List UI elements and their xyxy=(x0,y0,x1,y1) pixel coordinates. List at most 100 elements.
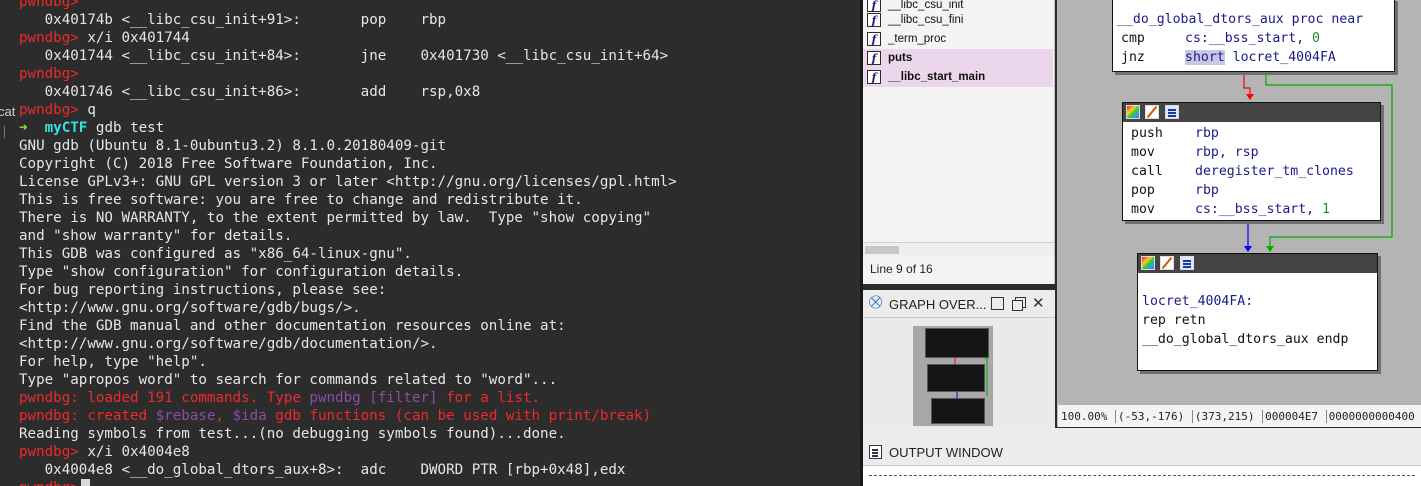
graph-status-bar: 100.00% (-53,-176) (373,215) 000004E7 00… xyxy=(1057,405,1421,427)
command-text: x/i 0x401744 xyxy=(78,30,190,46)
message-text: gdb functions (can be used with print/br… xyxy=(266,408,652,424)
pwndbg-prompt: pwndbg> xyxy=(19,66,79,82)
pwndbg-prompt: pwndbg> xyxy=(19,102,79,118)
disassembly-line: 0x4004e8 <__do_global_dtors_aux+8>: adc … xyxy=(19,462,626,478)
color-node-icon[interactable] xyxy=(1126,105,1140,119)
terminal-line: <http://www.gnu.org/software/gdb/bugs/>. xyxy=(19,299,860,317)
ida-graph-view[interactable]: __do_global_dtors_aux proc near cmp cs:__b… xyxy=(1057,0,1421,405)
terminal-line: This GDB was configured as "x86_64-linux… xyxy=(19,245,860,263)
graph-node-exit[interactable]: locret_4004FA: rep retn __do_global_dtors_… xyxy=(1137,253,1378,371)
terminal-line: Reading symbols from test...(no debuggin… xyxy=(19,425,860,443)
function-list-item[interactable]: f __libc_csu_fini xyxy=(863,11,1053,30)
instruction[interactable]: call deregister_tm_clones xyxy=(1123,162,1380,181)
function-icon: f xyxy=(867,51,881,65)
mnemonic: push xyxy=(1131,126,1163,141)
function-list-item[interactable]: f puts xyxy=(863,49,1053,68)
gdb-output-text: For help, type "help". xyxy=(19,354,207,370)
node-body: push rbp mov rbp, rsp call deregister_tm_clon… xyxy=(1123,122,1380,219)
functions-window: f __libc_csu_init f __libc_csu_fini f _term_p… xyxy=(863,0,1055,242)
terminal-line: pwndbg> xyxy=(19,0,860,11)
graph-overview-icon: ⛒ xyxy=(869,295,883,310)
function-icon: f xyxy=(867,13,881,27)
operand-text: cs:__bss_start, xyxy=(1195,202,1323,217)
graph-overview-canvas[interactable] xyxy=(863,318,1055,428)
restore-window-button[interactable] xyxy=(1012,297,1026,311)
terminal-line: Find the GDB manual and other documentat… xyxy=(19,317,860,335)
shell-arrow-icon: ➜ xyxy=(19,120,28,136)
mnemonic: call xyxy=(1131,164,1163,179)
operands: short locret_4004FA xyxy=(1185,48,1336,67)
function-list-item[interactable]: f _term_proc xyxy=(863,30,1053,49)
terminal-line: pwndbg> xyxy=(19,479,860,486)
gdb-output-text: Find the GDB manual and other documentat… xyxy=(19,318,566,334)
functions-horizontal-scrollbar[interactable] xyxy=(863,242,1055,256)
terminal-line: pwndbg> x/i 0x401744 xyxy=(19,29,860,47)
disassembly-line: 0x40174b <__libc_csu_init+91>: pop rbp xyxy=(19,12,447,28)
instruction[interactable]: cmp cs:__bss_start, 0 xyxy=(1113,29,1394,48)
terminal-line: GNU gdb (Ubuntu 8.1-0ubuntu3.2) 8.1.0.20… xyxy=(19,137,860,155)
command-text: gdb test xyxy=(87,120,165,136)
message-text: for a list. xyxy=(437,390,541,406)
output-window-title: OUTPUT WINDOW xyxy=(889,445,1003,460)
disassembly-line: 0x401746 <__libc_csu_init+86>: add rsp,0… xyxy=(19,84,481,100)
instruction[interactable]: mov rbp, rsp xyxy=(1123,143,1380,162)
group-node-icon[interactable] xyxy=(1180,256,1194,270)
terminal-line: pwndbg: loaded 191 commands. Type pwndbg… xyxy=(19,389,860,407)
text-cursor-marker xyxy=(4,126,10,138)
terminal-line: For help, type "help". xyxy=(19,353,860,371)
terminal-line: Copyright (C) 2018 Free Software Foundat… xyxy=(19,155,860,173)
instruction[interactable]: mov cs:__bss_start, 1 xyxy=(1123,200,1380,219)
instruction[interactable]: pop rbp xyxy=(1123,181,1380,200)
node-body: locret_4004FA: rep retn __do_global_dtors_… xyxy=(1138,273,1377,349)
message-text: , xyxy=(215,408,233,424)
close-icon[interactable]: ✕ xyxy=(1032,296,1045,311)
gdb-output-text: This GDB was configured as "x86_64-linux… xyxy=(19,246,412,262)
code-label: locret_4004FA: xyxy=(1142,294,1254,309)
gdb-output-text: There is NO WARRANTY, to the extent perm… xyxy=(19,210,652,226)
gdb-output-text: Type "apropos word" to search for comman… xyxy=(19,372,558,388)
terminal-window[interactable]: pwndbg> 0x40174b <__libc_csu_init+91>: p… xyxy=(0,0,860,486)
terminal-line: There is NO WARRANTY, to the extent perm… xyxy=(19,209,860,227)
gdb-output-text: License GPLv3+: GNU GPL version 3 or lat… xyxy=(19,174,677,190)
operand-text: rbp xyxy=(1195,126,1219,141)
terminal-line: pwndbg: created $rebase, $ida gdb functi… xyxy=(19,407,860,425)
color-node-icon[interactable] xyxy=(1141,256,1155,270)
operands: rbp xyxy=(1195,181,1219,200)
gdb-output-text: <http://www.gnu.org/software/gdb/documen… xyxy=(19,336,438,352)
node-title-bar xyxy=(1123,103,1380,122)
graph-node-body[interactable]: push rbp mov rbp, rsp call deregister_tm_clon… xyxy=(1122,102,1381,221)
shell-directory: myCTF xyxy=(44,120,88,136)
disassembly-line: 0x401744 <__libc_csu_init+84>: jne 0x401… xyxy=(19,48,669,64)
function-name: __libc_start_main xyxy=(888,71,986,83)
pwndbg-prompt: pwndbg> xyxy=(19,480,79,486)
rename-node-icon[interactable] xyxy=(1145,105,1159,119)
operand-text: rbp, rsp xyxy=(1195,145,1259,160)
output-window-body[interactable] xyxy=(863,466,1421,486)
command-text: q xyxy=(78,102,96,118)
mouse-coordinates: (-53,-176) xyxy=(1114,410,1185,423)
gdb-output-text: <http://www.gnu.org/software/gdb/bugs/>. xyxy=(19,300,361,316)
gdb-output-text: GNU gdb (Ubuntu 8.1-0ubuntu3.2) 8.1.0.20… xyxy=(19,138,447,154)
function-icon: f xyxy=(867,70,881,84)
graph-node-entry[interactable]: __do_global_dtors_aux proc near cmp cs:__b… xyxy=(1112,0,1395,72)
operands: rbp, rsp xyxy=(1195,143,1259,162)
zoom-level: 100.00% xyxy=(1061,410,1108,423)
highlighted-term: $ida xyxy=(232,408,267,424)
group-node-icon[interactable] xyxy=(1165,105,1179,119)
gdb-output-text: Reading symbols from test...(no debuggin… xyxy=(19,426,566,442)
instruction[interactable]: push rbp xyxy=(1123,124,1380,143)
immediate-value: 0 xyxy=(1312,31,1320,46)
float-window-button[interactable] xyxy=(991,297,1004,310)
pwndbg-prompt: pwndbg> xyxy=(19,444,79,460)
terminal-line: and "show warranty" for details. xyxy=(19,227,860,245)
terminal-cursor[interactable] xyxy=(80,479,90,486)
graph-position: (373,215) xyxy=(1191,410,1255,423)
pwndbg-prompt: pwndbg> xyxy=(19,30,79,46)
instruction[interactable]: jnz short locret_4004FA xyxy=(1113,48,1394,67)
gdb-output-text: and "show warranty" for details. xyxy=(19,228,293,244)
scrollbar-thumb[interactable] xyxy=(865,246,899,254)
output-window-header: OUTPUT WINDOW xyxy=(863,438,1421,466)
function-list-item[interactable]: f __libc_start_main xyxy=(863,68,1053,87)
rename-node-icon[interactable] xyxy=(1160,256,1174,270)
mnemonic: mov xyxy=(1131,145,1155,160)
